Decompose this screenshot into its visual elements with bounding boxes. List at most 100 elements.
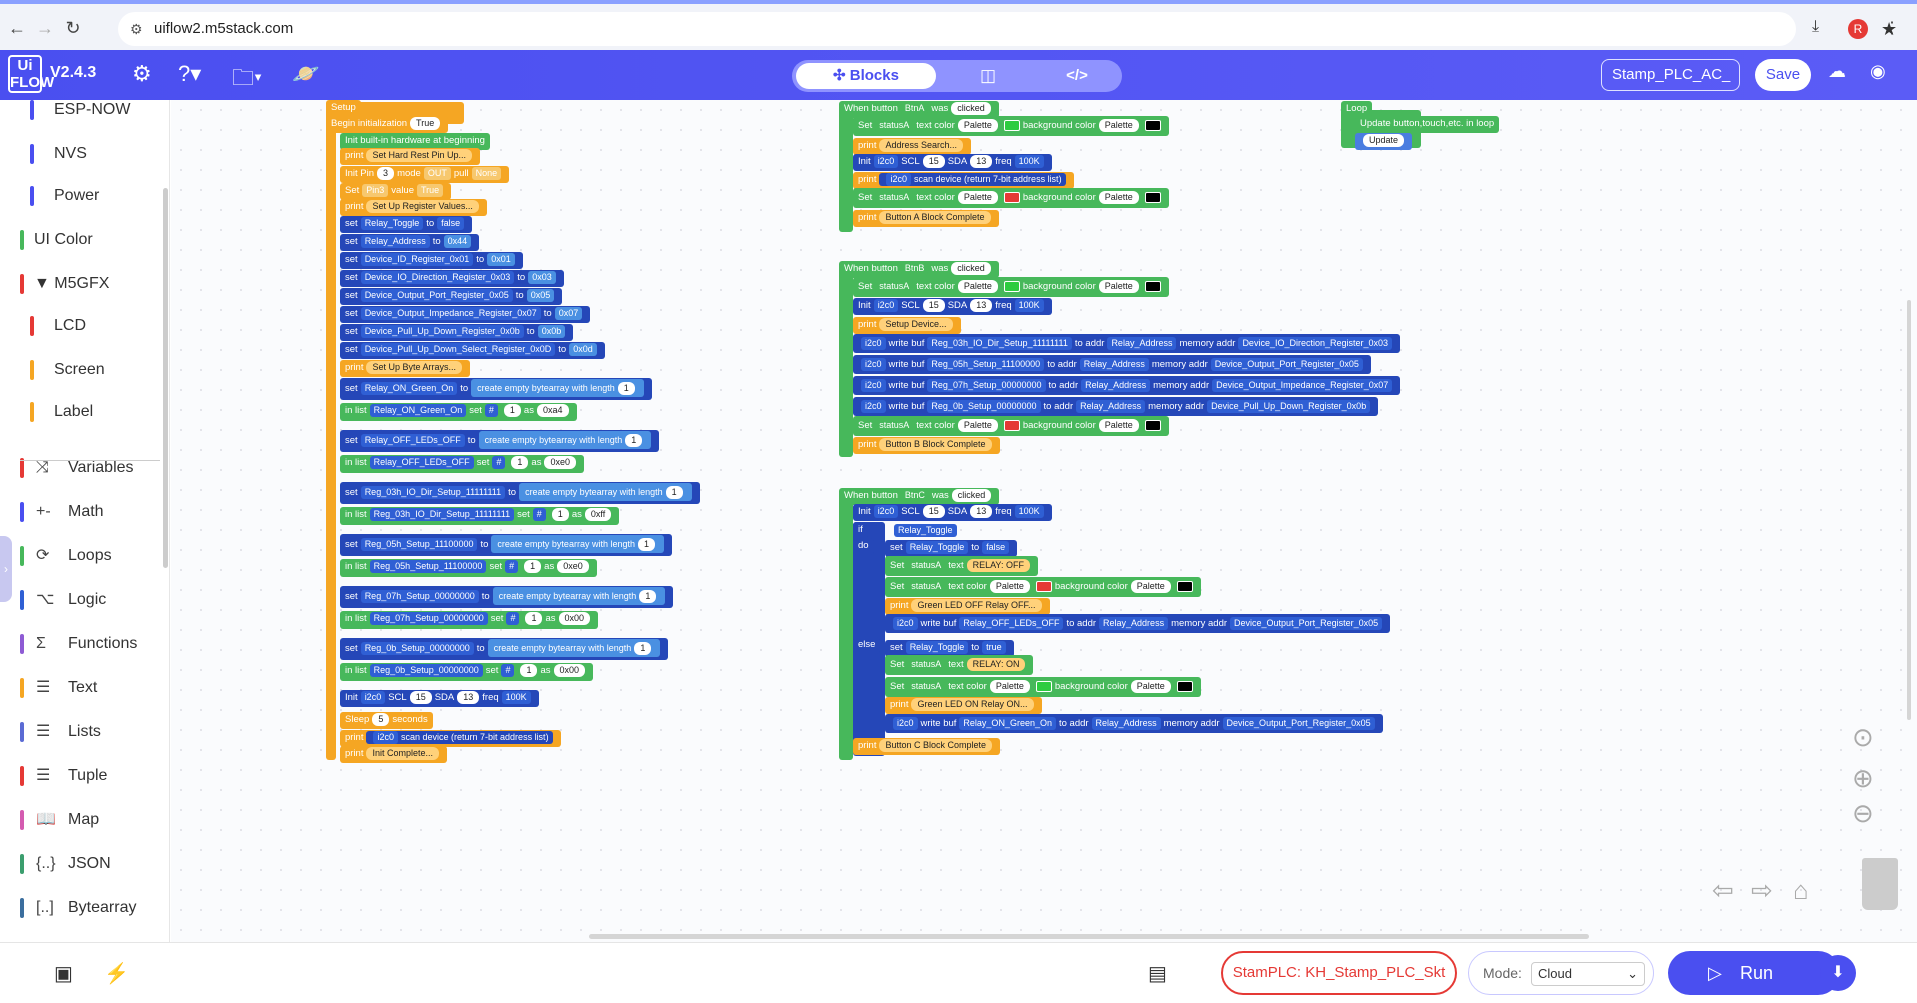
- sidebar-item-lcd[interactable]: LCD: [20, 306, 160, 346]
- length-field[interactable]: 1: [637, 538, 655, 551]
- variable-dropdown[interactable]: Relay_Toggle: [905, 541, 969, 554]
- label-dropdown[interactable]: statusA: [875, 191, 914, 204]
- text-color-swatch[interactable]: [1003, 119, 1020, 131]
- list-dropdown[interactable]: Relay_OFF_LEDs_OFF: [369, 456, 474, 469]
- sidebar-item-label[interactable]: Label: [20, 392, 160, 432]
- palette-dropdown[interactable]: Palette: [1098, 119, 1139, 132]
- value-field[interactable]: 0x01: [487, 253, 515, 266]
- update-toggle[interactable]: Update: [1363, 134, 1405, 147]
- value-field[interactable]: 0x07: [554, 307, 583, 320]
- project-name[interactable]: Stamp_PLC_AC_: [1601, 59, 1740, 91]
- register-dropdown[interactable]: Device_Output_Port_Register_0x05: [1210, 358, 1363, 371]
- browser-menu-icon[interactable]: ⋮: [1884, 18, 1900, 38]
- init-i2c-block[interactable]: Init i2c0 SCL 15 SDA 13 freq 100K: [853, 298, 1052, 315]
- profile-avatar[interactable]: R: [1848, 19, 1868, 39]
- create-bytearray-block[interactable]: create empty bytearray with length 1: [487, 639, 661, 657]
- set-variable-block[interactable]: set Device_ID_Register_0x01 to 0x01: [340, 252, 523, 269]
- palette-dropdown[interactable]: Palette: [957, 119, 998, 132]
- sidebar-item-bytearray[interactable]: [..] Bytearray: [20, 888, 160, 928]
- i2c-dropdown[interactable]: i2c0: [893, 717, 918, 730]
- print-value[interactable]: Setup Device...: [879, 318, 953, 331]
- mode-dropdown[interactable]: OUT: [423, 167, 451, 180]
- print-block[interactable]: print Button B Block Complete: [853, 437, 1000, 454]
- print-value[interactable]: Init Complete...: [366, 747, 440, 760]
- print-block[interactable]: print Address Search...: [853, 138, 972, 155]
- trash-can-icon[interactable]: [1862, 858, 1898, 910]
- length-field[interactable]: 1: [665, 486, 683, 499]
- variable-dropdown[interactable]: Device_ID_Register_0x01: [360, 253, 474, 266]
- begin-initialization[interactable]: Begin initialization True: [326, 116, 449, 133]
- palette-dropdown[interactable]: Palette: [989, 580, 1030, 593]
- run-button[interactable]: ▷ Run: [1668, 951, 1840, 995]
- background-color-swatch[interactable]: [1176, 680, 1193, 692]
- sidebar-item-loops[interactable]: ⟳ Loops: [20, 536, 160, 576]
- init-i2c-block[interactable]: Init i2c0 SCL 15 SDA 13 freq 100K: [340, 690, 539, 707]
- sidebar-item-ui-color[interactable]: UI Color: [20, 220, 160, 260]
- sidebar-item-nvs[interactable]: NVS: [20, 134, 160, 174]
- palette-dropdown[interactable]: Palette: [1098, 280, 1139, 293]
- in-list-set-block[interactable]: in list Reg_07h_Setup_00000000 set #1 as 0x00: [340, 611, 599, 629]
- variable-dropdown[interactable]: Device_IO_Direction_Register_0x03: [360, 271, 515, 284]
- print-value[interactable]: Button B Block Complete: [879, 438, 992, 451]
- print-value[interactable]: Green LED OFF Relay OFF...: [911, 599, 1042, 612]
- relay-toggle-variable[interactable]: Relay_Toggle: [894, 524, 957, 537]
- set-variable-block[interactable]: set Relay_Toggle to false: [885, 540, 1018, 557]
- set-text-color-block[interactable]: Set statusA text color Palette background co…: [853, 277, 1169, 297]
- i2c-dropdown[interactable]: i2c0: [373, 731, 398, 744]
- print-block[interactable]: print Button C Block Complete: [853, 738, 1001, 755]
- sidebar-item-math[interactable]: +- Math: [20, 492, 160, 532]
- index-field[interactable]: 1: [524, 560, 542, 573]
- undo-icon[interactable]: ⇦: [1712, 875, 1734, 906]
- variable-dropdown[interactable]: Device_Output_Impedance_Register_0x07: [360, 307, 541, 320]
- variable-dropdown[interactable]: Reg_0b_Setup_00000000: [360, 642, 474, 655]
- palette-dropdown[interactable]: Palette: [1130, 580, 1171, 593]
- list-dropdown[interactable]: Reg_05h_Setup_11100000: [369, 560, 487, 573]
- set-bytearray-block[interactable]: set Reg_07h_Setup_00000000 to create empty …: [340, 586, 674, 608]
- palette-dropdown[interactable]: Palette: [957, 191, 998, 204]
- set-text-color-block[interactable]: Set statusA text color Palette background co…: [885, 677, 1201, 697]
- create-bytearray-block[interactable]: create empty bytearray with length 1: [519, 483, 692, 501]
- block-field[interactable]: 5: [372, 713, 390, 726]
- sidebar-item-logic[interactable]: ⌥ Logic: [20, 580, 160, 620]
- value-field[interactable]: 0x44: [443, 235, 472, 248]
- label-dropdown[interactable]: statusA: [907, 658, 946, 671]
- set-variable-block[interactable]: set Relay_Toggle to false: [340, 216, 473, 233]
- i2c-dropdown[interactable]: i2c0: [861, 337, 886, 350]
- buffer-dropdown[interactable]: Reg_07h_Setup_00000000: [927, 379, 1046, 392]
- print-value[interactable]: Set Hard Rest Pin Up...: [366, 149, 473, 162]
- length-field[interactable]: 1: [639, 590, 657, 603]
- sidebar-item-functions[interactable]: Σ Functions: [20, 624, 160, 664]
- in-list-set-block[interactable]: in list Reg_0b_Setup_00000000 set #1 as 0x00: [340, 663, 594, 681]
- index-field[interactable]: 1: [520, 664, 538, 677]
- tab-blocks[interactable]: ✣ Blocks: [796, 63, 936, 89]
- event-dropdown[interactable]: clicked: [951, 262, 991, 275]
- i2c-dropdown[interactable]: i2c0: [360, 691, 386, 704]
- index-mode[interactable]: #: [505, 560, 519, 573]
- when-button-c-block[interactable]: When button BtnC was clicked: [839, 488, 1000, 505]
- index-mode[interactable]: #: [501, 664, 515, 677]
- set-bytearray-block[interactable]: set Relay_ON_Green_On to create empty bytea…: [340, 378, 652, 400]
- sidebar-collapse-handle[interactable]: ›: [0, 536, 12, 602]
- scan-device-block[interactable]: i2c0 scan device (return 7-bit address li…: [879, 173, 1066, 186]
- i2c-write-block[interactable]: i2c0 write buf Relay_OFF_LEDs_OFF to addr Re…: [885, 614, 1391, 633]
- address-dropdown[interactable]: Relay_Address: [1107, 337, 1177, 350]
- do-label[interactable]: do: [853, 538, 874, 555]
- variable-dropdown[interactable]: Relay_Toggle: [360, 217, 424, 230]
- save-button[interactable]: Save: [1755, 59, 1811, 91]
- init-pin-block[interactable]: Init Pin 3 mode OUT pull None: [340, 166, 510, 183]
- palette-dropdown[interactable]: Palette: [1098, 419, 1139, 432]
- block-field[interactable]: 3: [377, 167, 395, 180]
- label-dropdown[interactable]: statusA: [907, 559, 946, 572]
- value-dropdown[interactable]: True: [417, 184, 444, 197]
- block-field[interactable]: 13: [970, 299, 993, 312]
- set-variable-block[interactable]: set Relay_Address to 0x44: [340, 234, 480, 251]
- palette-dropdown[interactable]: Palette: [989, 680, 1030, 693]
- sidebar-item-text[interactable]: ☰ Text: [20, 668, 160, 708]
- set-variable-block[interactable]: set Device_Output_Port_Register_0x05 to 0x0…: [340, 288, 563, 305]
- list-dropdown[interactable]: Reg_03h_IO_Dir_Setup_11111111: [369, 508, 515, 521]
- register-dropdown[interactable]: Device_Output_Port_Register_0x05: [1222, 717, 1375, 730]
- i2c-dropdown[interactable]: i2c0: [873, 299, 899, 312]
- create-bytearray-block[interactable]: create empty bytearray with length 1: [491, 535, 664, 553]
- print-value[interactable]: Address Search...: [879, 139, 964, 152]
- set-bytearray-block[interactable]: set Reg_05h_Setup_11100000 to create empty …: [340, 534, 672, 556]
